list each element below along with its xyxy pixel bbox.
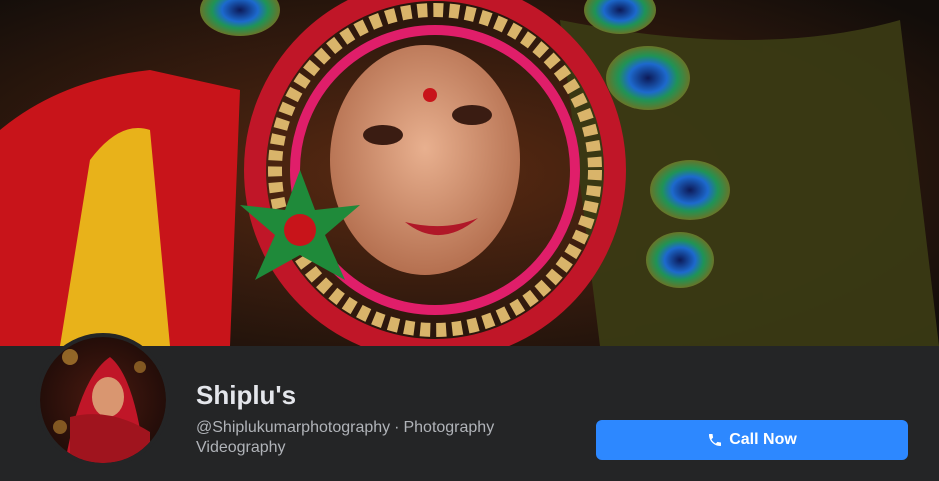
phone-icon — [707, 432, 723, 448]
cover-image — [0, 0, 939, 346]
call-now-label: Call Now — [729, 431, 797, 448]
page-title: Shiplu's — [196, 380, 297, 410]
cover-photo[interactable] — [0, 0, 939, 346]
call-now-button[interactable]: Call Now — [596, 420, 908, 460]
profile-image — [40, 337, 166, 463]
separator-dot: · — [394, 419, 400, 436]
profile-picture[interactable] — [36, 333, 170, 467]
page-subtitle: @Shiplukumarphotography · Photography Vide… — [196, 418, 556, 458]
page-handle[interactable]: @Shiplukumarphotography — [196, 419, 390, 436]
